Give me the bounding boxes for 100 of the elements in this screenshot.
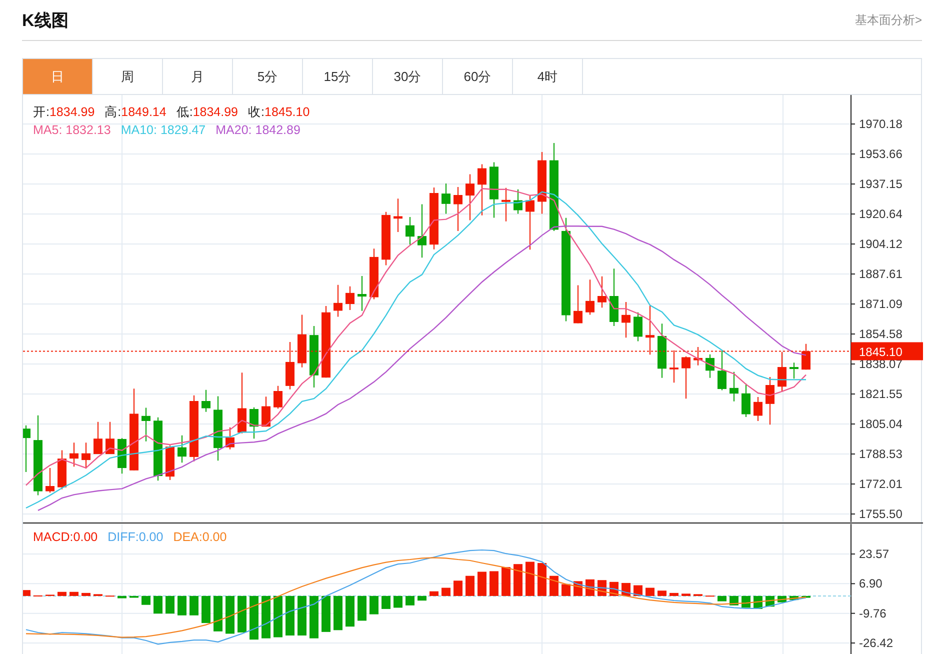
moving-average-legend: MA20: 1842.89 <box>216 121 300 139</box>
candlestick <box>58 450 66 490</box>
candlestick <box>154 416 162 482</box>
histogram-bar <box>370 596 378 614</box>
axis-tick-label: -26.42 <box>859 636 894 650</box>
candlestick <box>106 421 114 455</box>
histogram-bar <box>562 584 570 596</box>
histogram-bar <box>658 590 666 596</box>
axis-tick-label: 23.57 <box>859 547 890 561</box>
histogram-bar <box>82 592 90 596</box>
histogram-bar <box>23 590 30 596</box>
candlestick <box>490 162 498 218</box>
candlestick <box>370 248 378 300</box>
candlestick <box>286 341 294 390</box>
candlestick <box>226 426 234 450</box>
histogram-bar <box>526 562 534 596</box>
candlestick <box>346 286 354 310</box>
candlestick <box>658 323 666 378</box>
candlestick <box>442 183 450 214</box>
axis-tick-label: 1755.50 <box>859 507 902 521</box>
histogram-bar <box>202 596 210 624</box>
candlestick <box>454 186 462 232</box>
histogram-bar <box>670 592 678 596</box>
histogram-bar <box>538 563 546 596</box>
histogram-bar <box>274 596 282 638</box>
candlestick <box>310 325 318 388</box>
candlestick <box>682 356 690 400</box>
candlestick <box>23 424 30 473</box>
histogram-bar <box>454 580 462 596</box>
ohlc-legend-item: 高:1849.14 <box>104 104 166 121</box>
histogram-bar <box>214 596 222 632</box>
histogram-bar <box>466 576 474 596</box>
candlestick <box>754 396 762 422</box>
moving-average-legend: MA5: 1832.13 <box>33 121 111 139</box>
histogram-bar <box>502 567 510 596</box>
axis-tick-label: 1920.64 <box>859 207 902 221</box>
histogram-bar <box>190 596 198 616</box>
axis-tick-label: 1970.18 <box>859 117 902 131</box>
histogram-bar <box>322 596 330 632</box>
candlestick <box>598 276 606 308</box>
fundamental-analysis-link[interactable]: 基本面分析> <box>854 12 922 28</box>
candlestick <box>742 383 750 418</box>
histogram-bar <box>238 596 246 632</box>
candlestick <box>190 394 198 462</box>
candlestick <box>610 268 618 326</box>
ohlc-legend-item: 收:1845.10 <box>248 104 310 121</box>
histogram-bar <box>406 596 414 606</box>
candlestick <box>538 151 546 214</box>
candlestick <box>274 385 282 410</box>
candlestick <box>262 396 270 428</box>
candlestick <box>142 407 150 442</box>
last-price-tag: 1845.10 <box>851 342 923 360</box>
candlestick <box>514 188 522 214</box>
candlestick <box>250 406 258 440</box>
histogram-bar <box>478 572 486 596</box>
histogram-bar <box>442 588 450 596</box>
histogram-bar <box>166 596 174 614</box>
histogram-bar <box>634 585 642 596</box>
ohlc-legend-item: 开:1834.99 <box>33 104 95 121</box>
candlestick <box>166 444 174 481</box>
histogram-bar <box>298 596 306 636</box>
histogram-bar <box>58 592 66 596</box>
candlestick <box>622 302 630 338</box>
candlestick <box>670 350 678 384</box>
candlestick <box>466 174 474 221</box>
histogram-bar <box>118 596 126 598</box>
histogram-bar <box>142 596 150 605</box>
candlestick <box>634 312 642 342</box>
candlestick <box>574 284 582 324</box>
candlestick <box>706 354 714 378</box>
histogram-bar <box>802 596 810 598</box>
histogram-bar <box>310 596 318 638</box>
candlestick <box>766 376 774 426</box>
macd-legend-item: MACD:0.00 <box>33 529 98 546</box>
candlestick <box>418 204 426 258</box>
histogram-bar <box>646 588 654 596</box>
candlestick <box>82 442 90 470</box>
macd-legend-item: DIFF:0.00 <box>108 529 164 546</box>
histogram-bar <box>418 596 426 601</box>
candlestick <box>586 279 594 316</box>
candlestick <box>178 434 186 464</box>
candlestick <box>790 362 798 380</box>
histogram-bar <box>286 596 294 636</box>
histogram-bar <box>394 596 402 608</box>
candlestick <box>382 211 390 266</box>
candlestick <box>802 343 810 370</box>
candlestick <box>334 284 342 318</box>
page-title: K线图 <box>22 10 68 32</box>
candlestick <box>298 314 306 368</box>
axis-tick-label: -9.76 <box>859 606 886 620</box>
axis-tick-label: 1805.04 <box>859 417 902 431</box>
ohlc-legend-item: 低:1834.99 <box>176 104 238 121</box>
candlestick <box>358 276 366 312</box>
histogram-bar <box>130 596 138 598</box>
axis-tick-label: 1904.12 <box>859 237 902 251</box>
candlestick <box>526 194 534 250</box>
axis-tick-label: 1953.66 <box>859 147 902 161</box>
macd-legend-item: DEA:0.00 <box>173 529 227 546</box>
candlestick <box>118 438 126 474</box>
candlestick <box>394 198 402 233</box>
